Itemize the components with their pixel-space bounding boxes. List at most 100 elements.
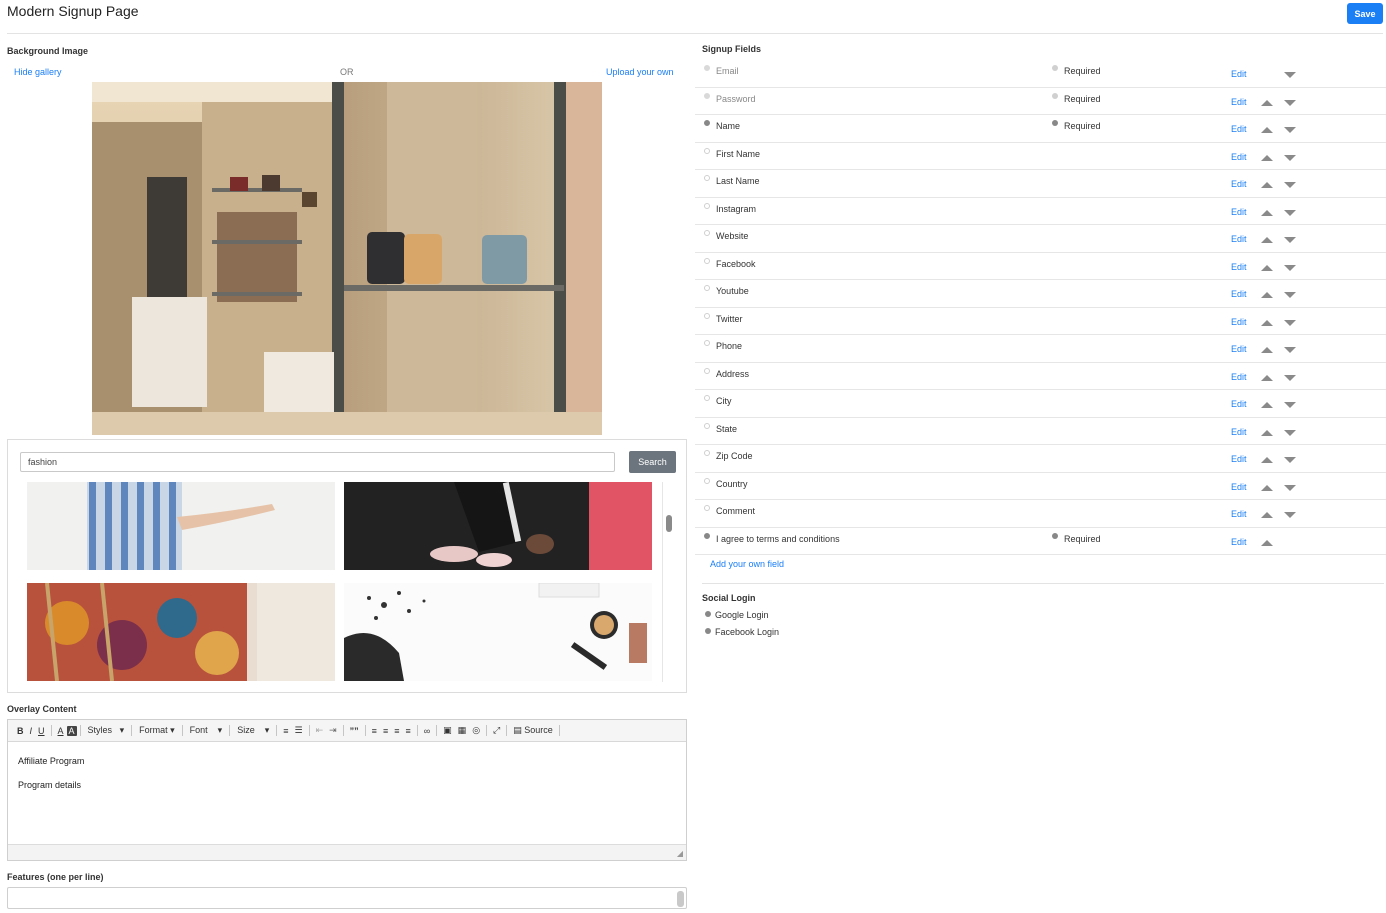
link-icon[interactable]: ∞ bbox=[421, 726, 433, 736]
move-up-icon[interactable] bbox=[1261, 402, 1273, 408]
move-down-icon[interactable] bbox=[1284, 292, 1296, 298]
upload-own-link[interactable]: Upload your own bbox=[606, 67, 674, 77]
image-icon[interactable]: ▣ bbox=[440, 725, 455, 736]
move-down-icon[interactable] bbox=[1284, 374, 1296, 381]
field-enable-checkbox[interactable] bbox=[704, 312, 710, 319]
edit-field-link[interactable]: Edit bbox=[1231, 454, 1247, 464]
required-checkbox[interactable] bbox=[1052, 92, 1058, 99]
field-enable-checkbox[interactable] bbox=[704, 285, 710, 291]
field-enable-checkbox[interactable] bbox=[704, 120, 710, 126]
indent-icon[interactable]: ⇥ bbox=[326, 725, 340, 736]
italic-button[interactable]: I bbox=[27, 726, 36, 736]
move-down-icon[interactable] bbox=[1284, 402, 1296, 408]
field-enable-checkbox[interactable] bbox=[704, 532, 710, 539]
move-down-icon[interactable] bbox=[1284, 72, 1296, 78]
toggle-dot-icon[interactable] bbox=[705, 628, 711, 634]
edit-field-link[interactable]: Edit bbox=[1231, 317, 1247, 327]
source-button[interactable]: ▤ Source bbox=[510, 725, 556, 736]
move-up-icon[interactable] bbox=[1261, 99, 1273, 106]
required-checkbox[interactable] bbox=[1052, 65, 1058, 71]
features-scrollbar[interactable] bbox=[677, 891, 684, 907]
move-down-icon[interactable] bbox=[1284, 127, 1296, 133]
move-down-icon[interactable] bbox=[1284, 319, 1296, 326]
edit-field-link[interactable]: Edit bbox=[1231, 427, 1247, 437]
move-up-icon[interactable] bbox=[1261, 127, 1273, 133]
field-enable-checkbox[interactable] bbox=[704, 92, 710, 99]
resize-grip-icon[interactable]: ◢ bbox=[677, 849, 683, 858]
features-textarea[interactable] bbox=[7, 887, 687, 909]
format-dropdown[interactable]: Format ▾ bbox=[135, 725, 179, 736]
globe-icon[interactable]: ◎ bbox=[469, 725, 483, 736]
social-item-google[interactable]: Google Login bbox=[705, 610, 769, 620]
gallery-scrollbar[interactable] bbox=[662, 482, 674, 682]
field-enable-checkbox[interactable] bbox=[704, 477, 710, 484]
align-left-icon[interactable]: ≡ bbox=[369, 726, 380, 736]
field-enable-checkbox[interactable] bbox=[704, 65, 710, 71]
edit-field-link[interactable]: Edit bbox=[1231, 344, 1247, 354]
edit-field-link[interactable]: Edit bbox=[1231, 179, 1247, 189]
gallery-thumbnail[interactable] bbox=[344, 482, 652, 570]
move-up-icon[interactable] bbox=[1261, 512, 1273, 518]
align-right-icon[interactable]: ≡ bbox=[391, 726, 402, 736]
field-enable-checkbox[interactable] bbox=[704, 395, 710, 401]
field-enable-checkbox[interactable] bbox=[704, 340, 710, 346]
move-up-icon[interactable] bbox=[1261, 264, 1273, 271]
move-down-icon[interactable] bbox=[1284, 182, 1296, 188]
edit-field-link[interactable]: Edit bbox=[1231, 262, 1247, 272]
edit-field-link[interactable]: Edit bbox=[1231, 509, 1247, 519]
gallery-scroll-thumb[interactable] bbox=[666, 515, 672, 532]
editor-content[interactable]: Affiliate Program Program details bbox=[8, 742, 686, 812]
field-enable-checkbox[interactable] bbox=[704, 450, 710, 456]
move-up-icon[interactable] bbox=[1261, 347, 1273, 353]
move-down-icon[interactable] bbox=[1284, 512, 1296, 518]
move-down-icon[interactable] bbox=[1284, 99, 1296, 106]
move-up-icon[interactable] bbox=[1261, 237, 1273, 243]
edit-field-link[interactable]: Edit bbox=[1231, 152, 1247, 162]
outdent-icon[interactable]: ⇤ bbox=[313, 725, 327, 736]
move-up-icon[interactable] bbox=[1261, 292, 1273, 298]
bulleted-list-icon[interactable]: ☰ bbox=[292, 725, 306, 736]
align-center-icon[interactable]: ≡ bbox=[380, 726, 391, 736]
field-enable-checkbox[interactable] bbox=[704, 257, 710, 264]
gallery-search-button[interactable]: Search bbox=[629, 451, 676, 473]
move-down-icon[interactable] bbox=[1284, 347, 1296, 353]
align-justify-icon[interactable]: ≡ bbox=[402, 726, 413, 736]
edit-field-link[interactable]: Edit bbox=[1231, 289, 1247, 299]
text-color-button[interactable]: A bbox=[55, 726, 67, 736]
field-enable-checkbox[interactable] bbox=[704, 505, 710, 511]
styles-dropdown[interactable]: Styles ▾ bbox=[84, 725, 129, 736]
table-icon[interactable]: ▦ bbox=[455, 725, 470, 736]
move-up-icon[interactable] bbox=[1261, 182, 1273, 188]
add-own-field-link[interactable]: Add your own field bbox=[710, 559, 784, 569]
edit-field-link[interactable]: Edit bbox=[1231, 97, 1247, 107]
move-up-icon[interactable] bbox=[1261, 374, 1273, 381]
gallery-search-input[interactable] bbox=[20, 452, 615, 472]
move-up-icon[interactable] bbox=[1261, 429, 1273, 436]
edit-field-link[interactable]: Edit bbox=[1231, 234, 1247, 244]
move-down-icon[interactable] bbox=[1284, 457, 1296, 463]
move-up-icon[interactable] bbox=[1261, 319, 1273, 326]
move-up-icon[interactable] bbox=[1261, 457, 1273, 463]
edit-field-link[interactable]: Edit bbox=[1231, 482, 1247, 492]
edit-field-link[interactable]: Edit bbox=[1231, 69, 1247, 79]
gallery-thumbnail[interactable] bbox=[27, 583, 335, 681]
overlay-content-editor[interactable]: B I U A A Styles ▾ Format ▾ Font ▾ Size … bbox=[7, 719, 687, 861]
background-color-button[interactable]: A bbox=[66, 725, 77, 736]
required-checkbox[interactable] bbox=[1052, 532, 1058, 539]
blockquote-icon[interactable]: ”” bbox=[347, 726, 362, 736]
hide-gallery-link[interactable]: Hide gallery bbox=[14, 67, 62, 77]
edit-field-link[interactable]: Edit bbox=[1231, 399, 1247, 409]
edit-field-link[interactable]: Edit bbox=[1231, 537, 1247, 547]
edit-field-link[interactable]: Edit bbox=[1231, 124, 1247, 134]
field-enable-checkbox[interactable] bbox=[704, 230, 710, 236]
social-item-facebook[interactable]: Facebook Login bbox=[705, 627, 779, 637]
underline-button[interactable]: U bbox=[35, 726, 48, 736]
move-down-icon[interactable] bbox=[1284, 209, 1296, 216]
move-up-icon[interactable] bbox=[1261, 209, 1273, 216]
toggle-dot-icon[interactable] bbox=[705, 611, 711, 617]
move-up-icon[interactable] bbox=[1261, 154, 1273, 161]
gallery-thumbnail[interactable] bbox=[344, 583, 652, 681]
move-up-icon[interactable] bbox=[1261, 484, 1273, 491]
field-enable-checkbox[interactable] bbox=[704, 175, 710, 181]
field-enable-checkbox[interactable] bbox=[704, 147, 710, 154]
